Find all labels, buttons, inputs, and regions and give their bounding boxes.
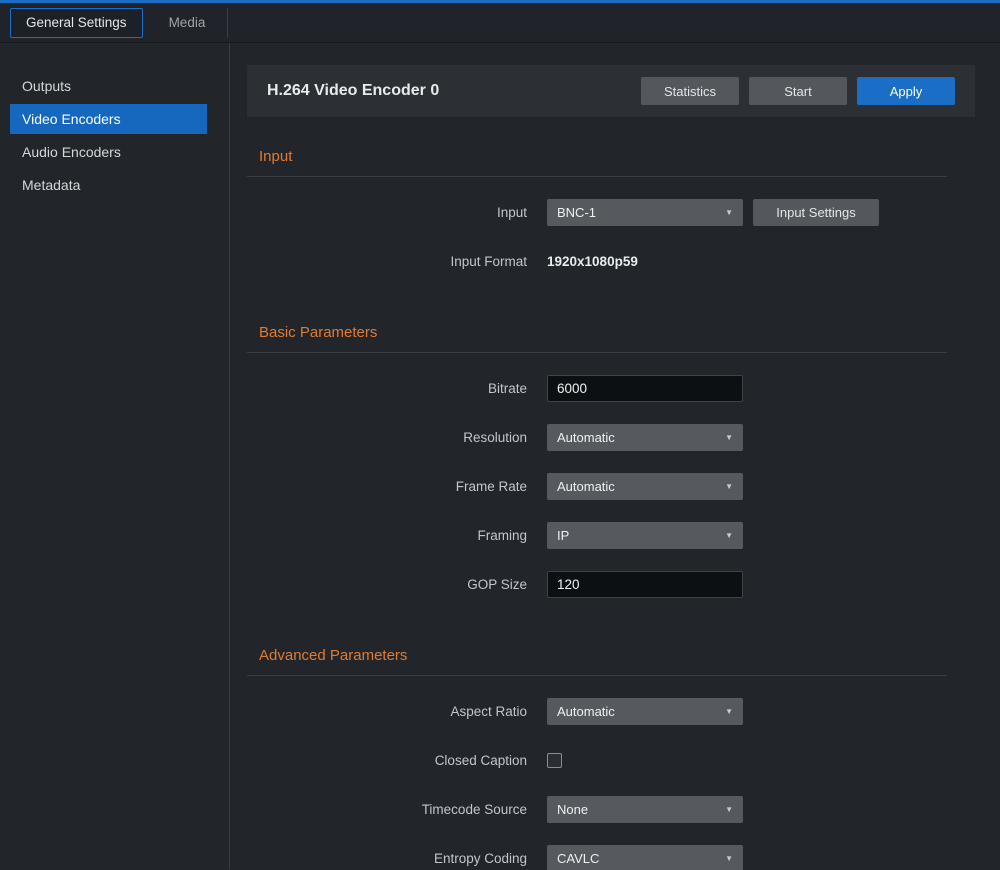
section-divider: [247, 675, 947, 676]
section-divider: [247, 352, 947, 353]
top-tab-bar: General Settings Media: [0, 3, 1000, 43]
resolution-select-value: Automatic: [557, 430, 615, 445]
gop-size-input[interactable]: [547, 571, 743, 598]
entropy-coding-label: Entropy Coding: [247, 851, 547, 866]
resolution-row: Resolution Automatic ▼: [247, 424, 975, 451]
chevron-down-icon: ▼: [725, 805, 733, 814]
bitrate-label: Bitrate: [247, 381, 547, 396]
chevron-down-icon: ▼: [725, 707, 733, 716]
entropy-coding-select[interactable]: CAVLC ▼: [547, 845, 743, 870]
input-section-title: Input: [247, 147, 975, 167]
encoder-panel-header: H.264 Video Encoder 0 Statistics Start A…: [247, 65, 975, 117]
input-format-row: Input Format 1920x1080p59: [247, 248, 975, 275]
input-settings-button[interactable]: Input Settings: [753, 199, 879, 226]
statistics-button[interactable]: Statistics: [641, 77, 739, 105]
input-format-value: 1920x1080p59: [547, 254, 638, 269]
section-divider: [247, 176, 947, 177]
input-select-value: BNC-1: [557, 205, 596, 220]
entropy-coding-row: Entropy Coding CAVLC ▼: [247, 845, 975, 870]
bitrate-row: Bitrate: [247, 375, 975, 402]
advanced-parameters-section: Advanced Parameters Aspect Ratio Automat…: [247, 646, 975, 870]
frame-rate-row: Frame Rate Automatic ▼: [247, 473, 975, 500]
closed-caption-label: Closed Caption: [247, 753, 547, 768]
basic-parameters-title: Basic Parameters: [247, 323, 975, 343]
frame-rate-select-value: Automatic: [557, 479, 615, 494]
aspect-ratio-label: Aspect Ratio: [247, 704, 547, 719]
apply-button[interactable]: Apply: [857, 77, 955, 105]
frame-rate-select[interactable]: Automatic ▼: [547, 473, 743, 500]
timecode-source-label: Timecode Source: [247, 802, 547, 817]
aspect-ratio-select-value: Automatic: [557, 704, 615, 719]
entropy-coding-select-value: CAVLC: [557, 851, 599, 866]
page-title: H.264 Video Encoder 0: [267, 82, 631, 100]
aspect-ratio-select[interactable]: Automatic ▼: [547, 698, 743, 725]
input-label: Input: [247, 205, 547, 220]
start-button[interactable]: Start: [749, 77, 847, 105]
tab-general-settings[interactable]: General Settings: [10, 8, 143, 38]
gop-size-label: GOP Size: [247, 577, 547, 592]
framing-select-value: IP: [557, 528, 569, 543]
sidebar-item-audio-encoders[interactable]: Audio Encoders: [10, 137, 207, 167]
chevron-down-icon: ▼: [725, 433, 733, 442]
input-row: Input BNC-1 ▼ Input Settings: [247, 199, 975, 226]
closed-caption-row: Closed Caption: [247, 747, 975, 774]
main-content: H.264 Video Encoder 0 Statistics Start A…: [230, 43, 1000, 869]
timecode-source-select-value: None: [557, 802, 588, 817]
tab-media[interactable]: Media: [153, 8, 222, 38]
chevron-down-icon: ▼: [725, 531, 733, 540]
sidebar: Outputs Video Encoders Audio Encoders Me…: [0, 43, 230, 869]
chevron-down-icon: ▼: [725, 482, 733, 491]
bitrate-input[interactable]: [547, 375, 743, 402]
framing-select[interactable]: IP ▼: [547, 522, 743, 549]
timecode-source-select[interactable]: None ▼: [547, 796, 743, 823]
resolution-label: Resolution: [247, 430, 547, 445]
input-section: Input Input BNC-1 ▼ Input Settings Input…: [247, 147, 975, 275]
chevron-down-icon: ▼: [725, 208, 733, 217]
sidebar-item-metadata[interactable]: Metadata: [10, 170, 207, 200]
closed-caption-checkbox[interactable]: [547, 753, 562, 768]
tab-divider: [227, 8, 228, 38]
resolution-select[interactable]: Automatic ▼: [547, 424, 743, 451]
sidebar-item-outputs[interactable]: Outputs: [10, 71, 207, 101]
sidebar-item-video-encoders[interactable]: Video Encoders: [10, 104, 207, 134]
chevron-down-icon: ▼: [725, 854, 733, 863]
framing-label: Framing: [247, 528, 547, 543]
timecode-source-row: Timecode Source None ▼: [247, 796, 975, 823]
advanced-parameters-title: Advanced Parameters: [247, 646, 975, 666]
gop-size-row: GOP Size: [247, 571, 975, 598]
input-format-label: Input Format: [247, 254, 547, 269]
aspect-ratio-row: Aspect Ratio Automatic ▼: [247, 698, 975, 725]
frame-rate-label: Frame Rate: [247, 479, 547, 494]
input-select[interactable]: BNC-1 ▼: [547, 199, 743, 226]
framing-row: Framing IP ▼: [247, 522, 975, 549]
basic-parameters-section: Basic Parameters Bitrate Resolution Auto…: [247, 323, 975, 598]
